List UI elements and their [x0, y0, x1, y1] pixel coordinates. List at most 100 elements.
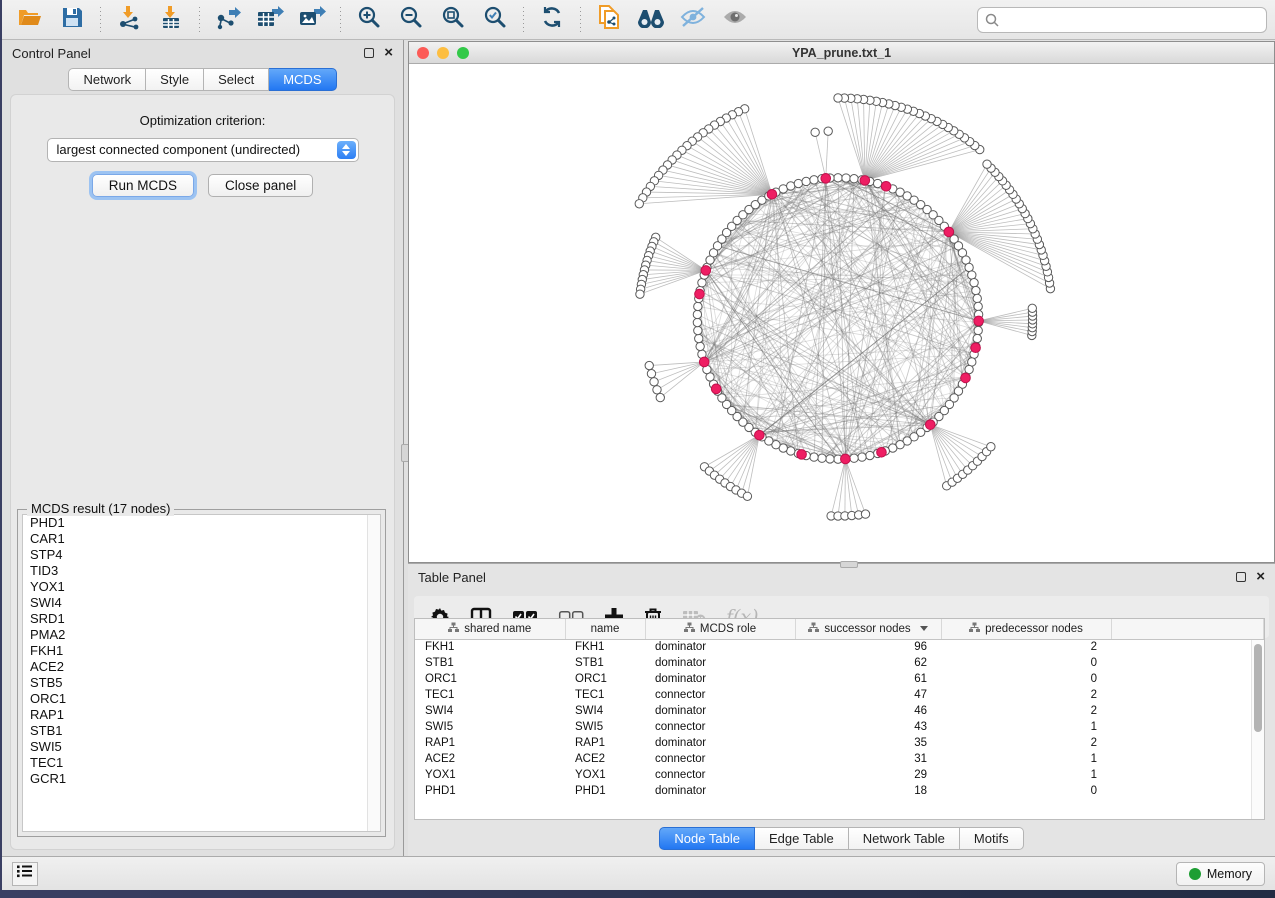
network-node[interactable]	[973, 334, 981, 342]
network-node[interactable]	[698, 279, 706, 287]
column-header-successor-nodes[interactable]: successor nodes	[795, 619, 941, 639]
network-node[interactable]	[635, 200, 643, 208]
search-input[interactable]	[977, 7, 1267, 33]
network-node[interactable]	[743, 492, 751, 500]
network-node[interactable]	[650, 378, 658, 386]
tab-node-table[interactable]: Node Table	[659, 827, 755, 850]
mcds-result-item[interactable]: TEC1	[23, 755, 380, 771]
column-header-shared-name[interactable]: shared name	[415, 619, 565, 639]
mcds-node[interactable]	[695, 289, 705, 299]
tab-network[interactable]: Network	[68, 68, 146, 91]
mcds-node[interactable]	[971, 343, 981, 353]
network-node[interactable]	[810, 453, 818, 461]
network-node[interactable]	[653, 386, 661, 394]
mcds-result-item[interactable]: YOX1	[23, 579, 380, 595]
mcds-list-scrollbar[interactable]	[367, 515, 380, 831]
tab-edge-table[interactable]: Edge Table	[755, 827, 849, 850]
network-node[interactable]	[824, 127, 832, 135]
network-node[interactable]	[972, 286, 980, 294]
network-node[interactable]	[970, 279, 978, 287]
network-node[interactable]	[787, 182, 795, 190]
tab-mcds[interactable]: MCDS	[269, 68, 336, 91]
network-node[interactable]	[693, 318, 701, 326]
network-node[interactable]	[861, 510, 869, 518]
mcds-node[interactable]	[841, 454, 851, 464]
mcds-node[interactable]	[711, 384, 721, 394]
network-node[interactable]	[636, 290, 644, 298]
mcds-node[interactable]	[755, 430, 765, 440]
mcds-result-list[interactable]: PHD1CAR1STP4TID3YOX1SWI4SRD1PMA2FKH1ACE2…	[22, 514, 381, 832]
window-close-icon[interactable]	[417, 47, 429, 59]
table-row[interactable]: SWI5SWI5connector431	[415, 719, 1264, 735]
column-header-name[interactable]: name	[565, 619, 645, 639]
network-node[interactable]	[842, 174, 850, 182]
network-node[interactable]	[968, 271, 976, 279]
mcds-node[interactable]	[877, 447, 887, 457]
network-node[interactable]	[973, 294, 981, 302]
mcds-result-item[interactable]: RAP1	[23, 707, 380, 723]
mcds-result-item[interactable]: SRD1	[23, 611, 380, 627]
mcds-node[interactable]	[881, 182, 891, 192]
mcds-node[interactable]	[860, 176, 870, 186]
export-image-button[interactable]	[292, 4, 332, 36]
close-panel-icon[interactable]: ×	[384, 48, 393, 58]
float-window-icon[interactable]	[1236, 572, 1246, 582]
table-row[interactable]: ORC1ORC1dominator610	[415, 671, 1264, 687]
mcds-result-item[interactable]: STP4	[23, 547, 380, 563]
mcds-result-item[interactable]: ORC1	[23, 691, 380, 707]
tab-network-table[interactable]: Network Table	[849, 827, 960, 850]
mcds-result-item[interactable]: SWI5	[23, 739, 380, 755]
optimization-criterion-select[interactable]: largest connected component (undirected)	[47, 138, 359, 162]
table-row[interactable]: PHD1PHD1dominator180	[415, 783, 1264, 799]
network-node[interactable]	[694, 302, 702, 310]
mcds-result-item[interactable]: GCR1	[23, 771, 380, 787]
table-row[interactable]: SWI4SWI4dominator462	[415, 703, 1264, 719]
network-node[interactable]	[983, 160, 991, 168]
mcds-node[interactable]	[701, 266, 711, 276]
copy-network-button[interactable]	[589, 4, 629, 36]
table-row[interactable]: ACE2ACE2connector311	[415, 751, 1264, 767]
network-node[interactable]	[974, 302, 982, 310]
network-node[interactable]	[802, 177, 810, 185]
show-all-button[interactable]	[715, 4, 755, 36]
mcds-node[interactable]	[821, 174, 831, 184]
zoom-out-button[interactable]	[391, 4, 431, 36]
network-node[interactable]	[850, 454, 858, 462]
table-row[interactable]: RAP1RAP1dominator352	[415, 735, 1264, 751]
panel-menu-button[interactable]	[12, 862, 38, 886]
column-header-mcds-role[interactable]: MCDS role	[645, 619, 795, 639]
table-row[interactable]: STB1STB1dominator620	[415, 655, 1264, 671]
network-node[interactable]	[645, 361, 653, 369]
mcds-result-item[interactable]: STB1	[23, 723, 380, 739]
close-panel-icon[interactable]: ×	[1256, 572, 1265, 582]
network-node[interactable]	[810, 176, 818, 184]
window-minimize-icon[interactable]	[437, 47, 449, 59]
network-node[interactable]	[695, 334, 703, 342]
hide-selected-button[interactable]	[673, 4, 713, 36]
mcds-result-item[interactable]: PMA2	[23, 627, 380, 643]
network-node[interactable]	[987, 443, 995, 451]
mcds-node[interactable]	[767, 189, 777, 199]
mcds-node[interactable]	[797, 450, 807, 460]
tab-style[interactable]: Style	[146, 68, 204, 91]
table-row[interactable]: FKH1FKH1dominator962	[415, 639, 1264, 655]
network-node[interactable]	[873, 179, 881, 187]
zoom-in-button[interactable]	[349, 4, 389, 36]
import-table-button[interactable]	[151, 4, 191, 36]
mcds-result-item[interactable]: FKH1	[23, 643, 380, 659]
mcds-node[interactable]	[961, 373, 971, 383]
mcds-result-item[interactable]: SWI4	[23, 595, 380, 611]
run-mcds-button[interactable]: Run MCDS	[92, 174, 194, 197]
horizontal-splitter-grip[interactable]	[840, 561, 858, 568]
network-node[interactable]	[693, 310, 701, 318]
network-node[interactable]	[794, 179, 802, 187]
tab-motifs[interactable]: Motifs	[960, 827, 1024, 850]
network-node[interactable]	[656, 393, 664, 401]
network-node[interactable]	[696, 342, 704, 350]
mcds-node[interactable]	[699, 357, 709, 367]
float-window-icon[interactable]	[364, 48, 374, 58]
zoom-fit-button[interactable]	[433, 4, 473, 36]
network-window-titlebar[interactable]: YPA_prune.txt_1	[409, 42, 1274, 64]
network-node[interactable]	[1028, 304, 1036, 312]
mcds-node[interactable]	[944, 227, 954, 237]
